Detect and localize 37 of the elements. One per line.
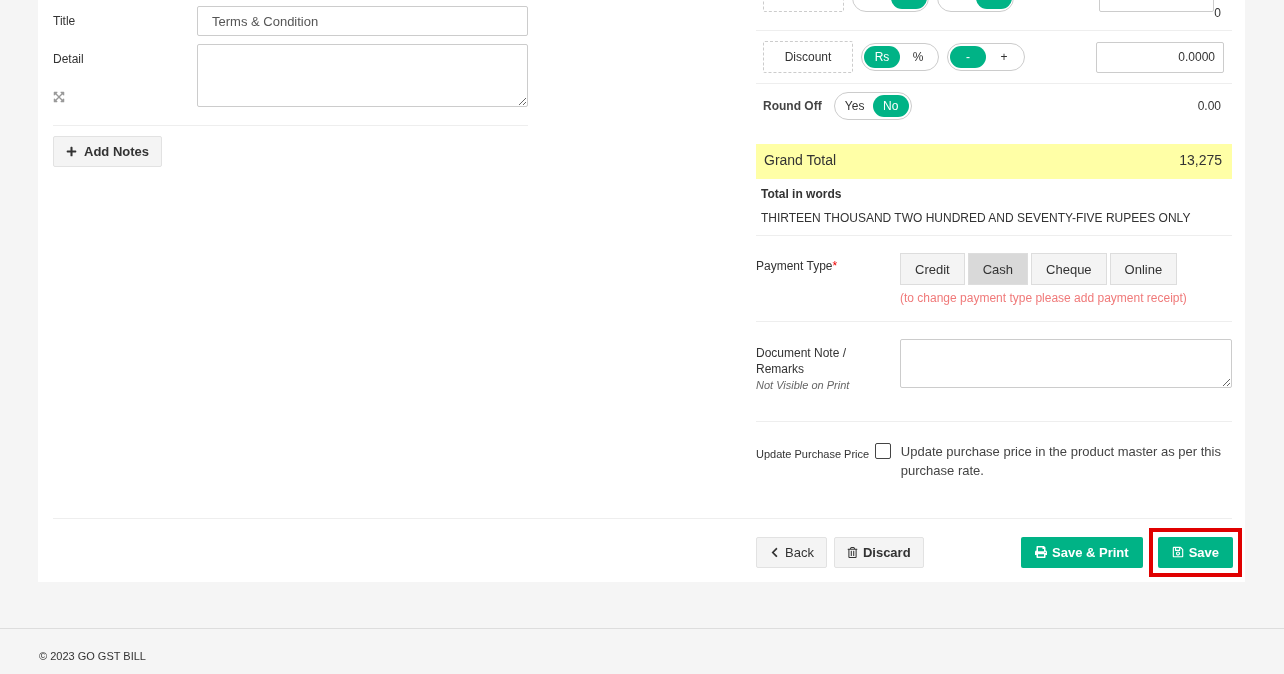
discount-input[interactable]: 0.0000 [1096,41,1224,73]
back-button[interactable]: Back [756,536,827,568]
payment-type-button[interactable]: Cheque [1031,253,1107,285]
total-in-words-label: Total in words [761,187,843,201]
update-price-label: Update Purchase Price [756,447,871,462]
printer-icon [1035,546,1048,558]
toggle-option[interactable]: Yes [836,95,873,117]
detail-textarea[interactable] [197,44,528,107]
round-off-value: 0.00 [1197,99,1221,113]
remarks-label: Document Note / Remarks [756,345,848,377]
title-input[interactable]: Terms & Condition [197,6,528,36]
field-label: Detail [53,52,85,66]
grand-total-label: Grand Total [764,151,837,168]
plus-icon [66,146,77,157]
trash-icon [846,546,858,558]
field-label: Title [53,14,77,28]
not-visible-note: Not Visible on Print [756,378,851,393]
discard-button[interactable]: Discard [833,536,924,568]
copyright-text: © 2023 GO GST BILL [39,650,146,662]
payment-type-label: Payment Type* [756,258,839,274]
chevron-left-icon [769,546,780,558]
update-price-text: Update purchase price in the product master as per this purchase rate. [900,443,1222,480]
expand-icon[interactable] [53,91,65,103]
discount-label: Discount [763,41,853,73]
payment-type-button[interactable]: Credit [900,253,965,285]
round-off-label: Round Off [763,99,822,113]
amount-value: 0 [1214,6,1221,20]
grand-total-value: 13,275 [1179,151,1222,168]
payment-hint: (to change payment type please add payment receipt) [900,291,1187,305]
checkbox[interactable] [874,443,891,459]
toggle-option[interactable]: % [900,46,936,68]
total-in-words-text: THIRTEEN THOUSAND TWO HUNDRED AND SEVENTY-FIVE RUPEES ONLY [761,211,1192,225]
payment-type-button[interactable]: Cash [967,253,1029,285]
remarks-textarea[interactable] [900,339,1232,388]
toggle-option[interactable]: + [986,46,1022,68]
payment-type-button[interactable]: Online [1109,253,1178,285]
add-notes-button[interactable]: Add Notes [53,136,162,167]
